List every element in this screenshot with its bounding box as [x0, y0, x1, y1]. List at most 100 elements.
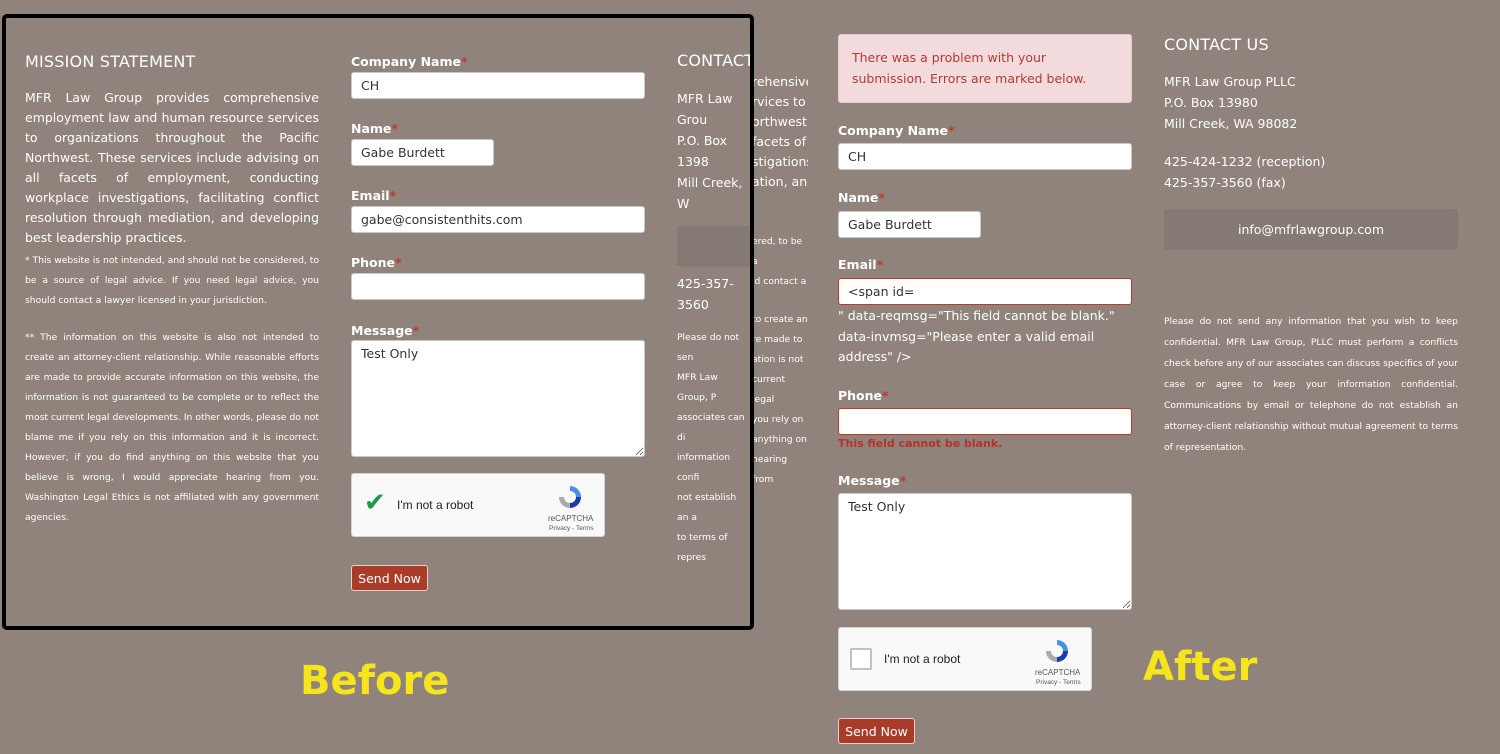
contact-heading: CONTACT US — [1164, 35, 1269, 54]
bg-mission-lines: rehensive rvices to orthwest. facets of … — [752, 72, 808, 192]
email-label: Email* — [838, 257, 883, 272]
label-text: Company Name — [351, 54, 461, 69]
name-label: Name* — [351, 121, 398, 136]
label-text: Message — [838, 473, 900, 488]
contact-company: MFR Law Grou — [677, 91, 733, 127]
required-mark: * — [947, 123, 955, 138]
captcha-terms-link[interactable]: Privacy - Terms — [549, 525, 594, 532]
bg-disclaimer-lines: ered, to be a ld contact a — [752, 232, 808, 292]
required-mark: * — [882, 388, 889, 403]
contact-info: MFR Law Group PLLC P.O. Box 13980 Mill C… — [1164, 71, 1325, 193]
send-now-button[interactable]: Send Now — [351, 565, 428, 591]
message-textarea[interactable]: Test Only — [838, 493, 1132, 610]
contact-company: MFR Law Group PLLC — [1164, 74, 1296, 89]
bg-line: current legal — [752, 374, 786, 405]
note-line: not establish an a — [677, 492, 737, 523]
message-label: Message* — [838, 473, 906, 488]
note-line: information confi — [677, 452, 731, 483]
captcha-terms-link[interactable]: Privacy - Terms — [1036, 679, 1081, 686]
contact-phone2: 425-357-3560 (fax) — [1164, 175, 1286, 190]
contact-phone2: 425-357-3560 — [677, 276, 734, 312]
contact-phone1: 425-424-1232 (reception) — [1164, 154, 1326, 169]
recaptcha-widget[interactable]: ✔ I'm not a robot reCAPTCHA Privacy - Te… — [351, 473, 605, 537]
bg-line: ld contact a — [752, 276, 807, 287]
email-markup-leak-text: " data-reqmsg="This field cannot be blan… — [838, 308, 1115, 364]
required-mark: * — [412, 323, 420, 338]
bg-line: hearing from — [752, 454, 788, 484]
phone-error-message: This field cannot be blank. — [838, 437, 1003, 450]
phone-input[interactable] — [838, 408, 1132, 435]
bg-line: re made to — [752, 334, 803, 345]
email-input[interactable] — [351, 206, 645, 233]
bg-line: ation is not — [752, 354, 804, 365]
label-text: Email — [838, 257, 877, 272]
label-text: Name — [351, 121, 392, 136]
phone-label: Phone* — [351, 255, 402, 270]
bg-disclaimer2-lines: to create an re made to ation is not cur… — [752, 310, 808, 484]
error-alert: There was a problem with your submission… — [838, 34, 1132, 103]
name-input[interactable] — [351, 139, 494, 166]
label-text: Email — [351, 188, 390, 203]
required-mark: * — [391, 121, 398, 136]
bg-line: ered, to be a — [752, 236, 803, 267]
bg-line: you rely on — [752, 414, 804, 425]
checkmark-icon[interactable]: ✔ — [364, 488, 386, 518]
bg-line: ation, and — [752, 174, 808, 189]
label-text: Phone — [351, 255, 396, 270]
required-mark: * — [899, 473, 907, 488]
note-line: to terms of repres — [677, 532, 728, 563]
contact-heading-cut: CONTACT — [677, 51, 754, 70]
email-link-button[interactable]: info@mfrlawgroup.com — [1164, 209, 1458, 250]
contact-address2: Mill Creek, W — [677, 175, 743, 211]
note-line: associates can di — [677, 412, 745, 443]
contact-note: Please do not send any information that … — [1164, 316, 1458, 453]
mission-heading: MISSION STATEMENT — [25, 52, 196, 71]
note-line: MFR Law Group, P — [677, 372, 718, 403]
label-text: Phone — [838, 388, 883, 403]
email-input[interactable] — [838, 278, 1132, 305]
bg-line: rehensive — [752, 74, 808, 89]
captcha-brand: reCAPTCHA — [548, 514, 594, 523]
contact-note-cut: Please do not sen MFR Law Group, P assoc… — [677, 328, 750, 568]
company-name-label: Company Name* — [351, 54, 468, 69]
company-name-input[interactable] — [838, 143, 1132, 170]
bg-line: orthwest. — [752, 114, 808, 129]
send-now-button[interactable]: Send Now — [838, 718, 915, 744]
email-label: Email* — [351, 188, 396, 203]
disclaimer-1: * This website is not intended, and shou… — [25, 255, 319, 306]
after-label: After — [1143, 644, 1258, 690]
captcha-label: I'm not a robot — [884, 652, 961, 666]
bg-line: facets of — [752, 134, 807, 149]
bg-line: anything on — [752, 434, 807, 445]
contact-address1: P.O. Box 13980 — [1164, 95, 1258, 110]
message-label: Message* — [351, 323, 419, 338]
recaptcha-widget[interactable]: I'm not a robot reCAPTCHA Privacy - Term… — [838, 627, 1092, 691]
label-text: Name — [838, 190, 879, 205]
phone-input[interactable] — [351, 273, 645, 300]
message-textarea[interactable]: Test Only — [351, 340, 645, 457]
required-mark: * — [876, 257, 884, 272]
company-name-input[interactable] — [351, 72, 645, 99]
bg-line: rvices to — [752, 94, 806, 109]
label-text: Message — [351, 323, 413, 338]
name-label: Name* — [838, 190, 885, 205]
note-line: Please do not sen — [677, 332, 740, 363]
contact-address2: Mill Creek, WA 98082 — [1164, 116, 1298, 131]
before-label: Before — [300, 658, 450, 704]
recaptcha-logo-icon — [1046, 640, 1068, 662]
required-mark: * — [460, 54, 468, 69]
label-text: Company Name — [838, 123, 948, 138]
captcha-checkbox[interactable] — [850, 648, 872, 670]
company-name-label: Company Name* — [838, 123, 955, 138]
email-block-cut[interactable] — [677, 226, 750, 267]
disclaimer-2: ** The information on this website is al… — [25, 332, 319, 523]
required-mark: * — [878, 190, 885, 205]
contact-info-cut: MFR Law Grou P.O. Box 1398 Mill Creek, W… — [677, 88, 750, 315]
name-input[interactable] — [838, 211, 981, 238]
contact-address1: P.O. Box 1398 — [677, 133, 728, 169]
bg-line: stigations, — [752, 154, 808, 169]
phone-label: Phone* — [838, 388, 889, 403]
before-screenshot-panel: MISSION STATEMENT MFR Law Group provides… — [2, 14, 754, 630]
required-mark: * — [389, 188, 397, 203]
required-mark: * — [395, 255, 402, 270]
